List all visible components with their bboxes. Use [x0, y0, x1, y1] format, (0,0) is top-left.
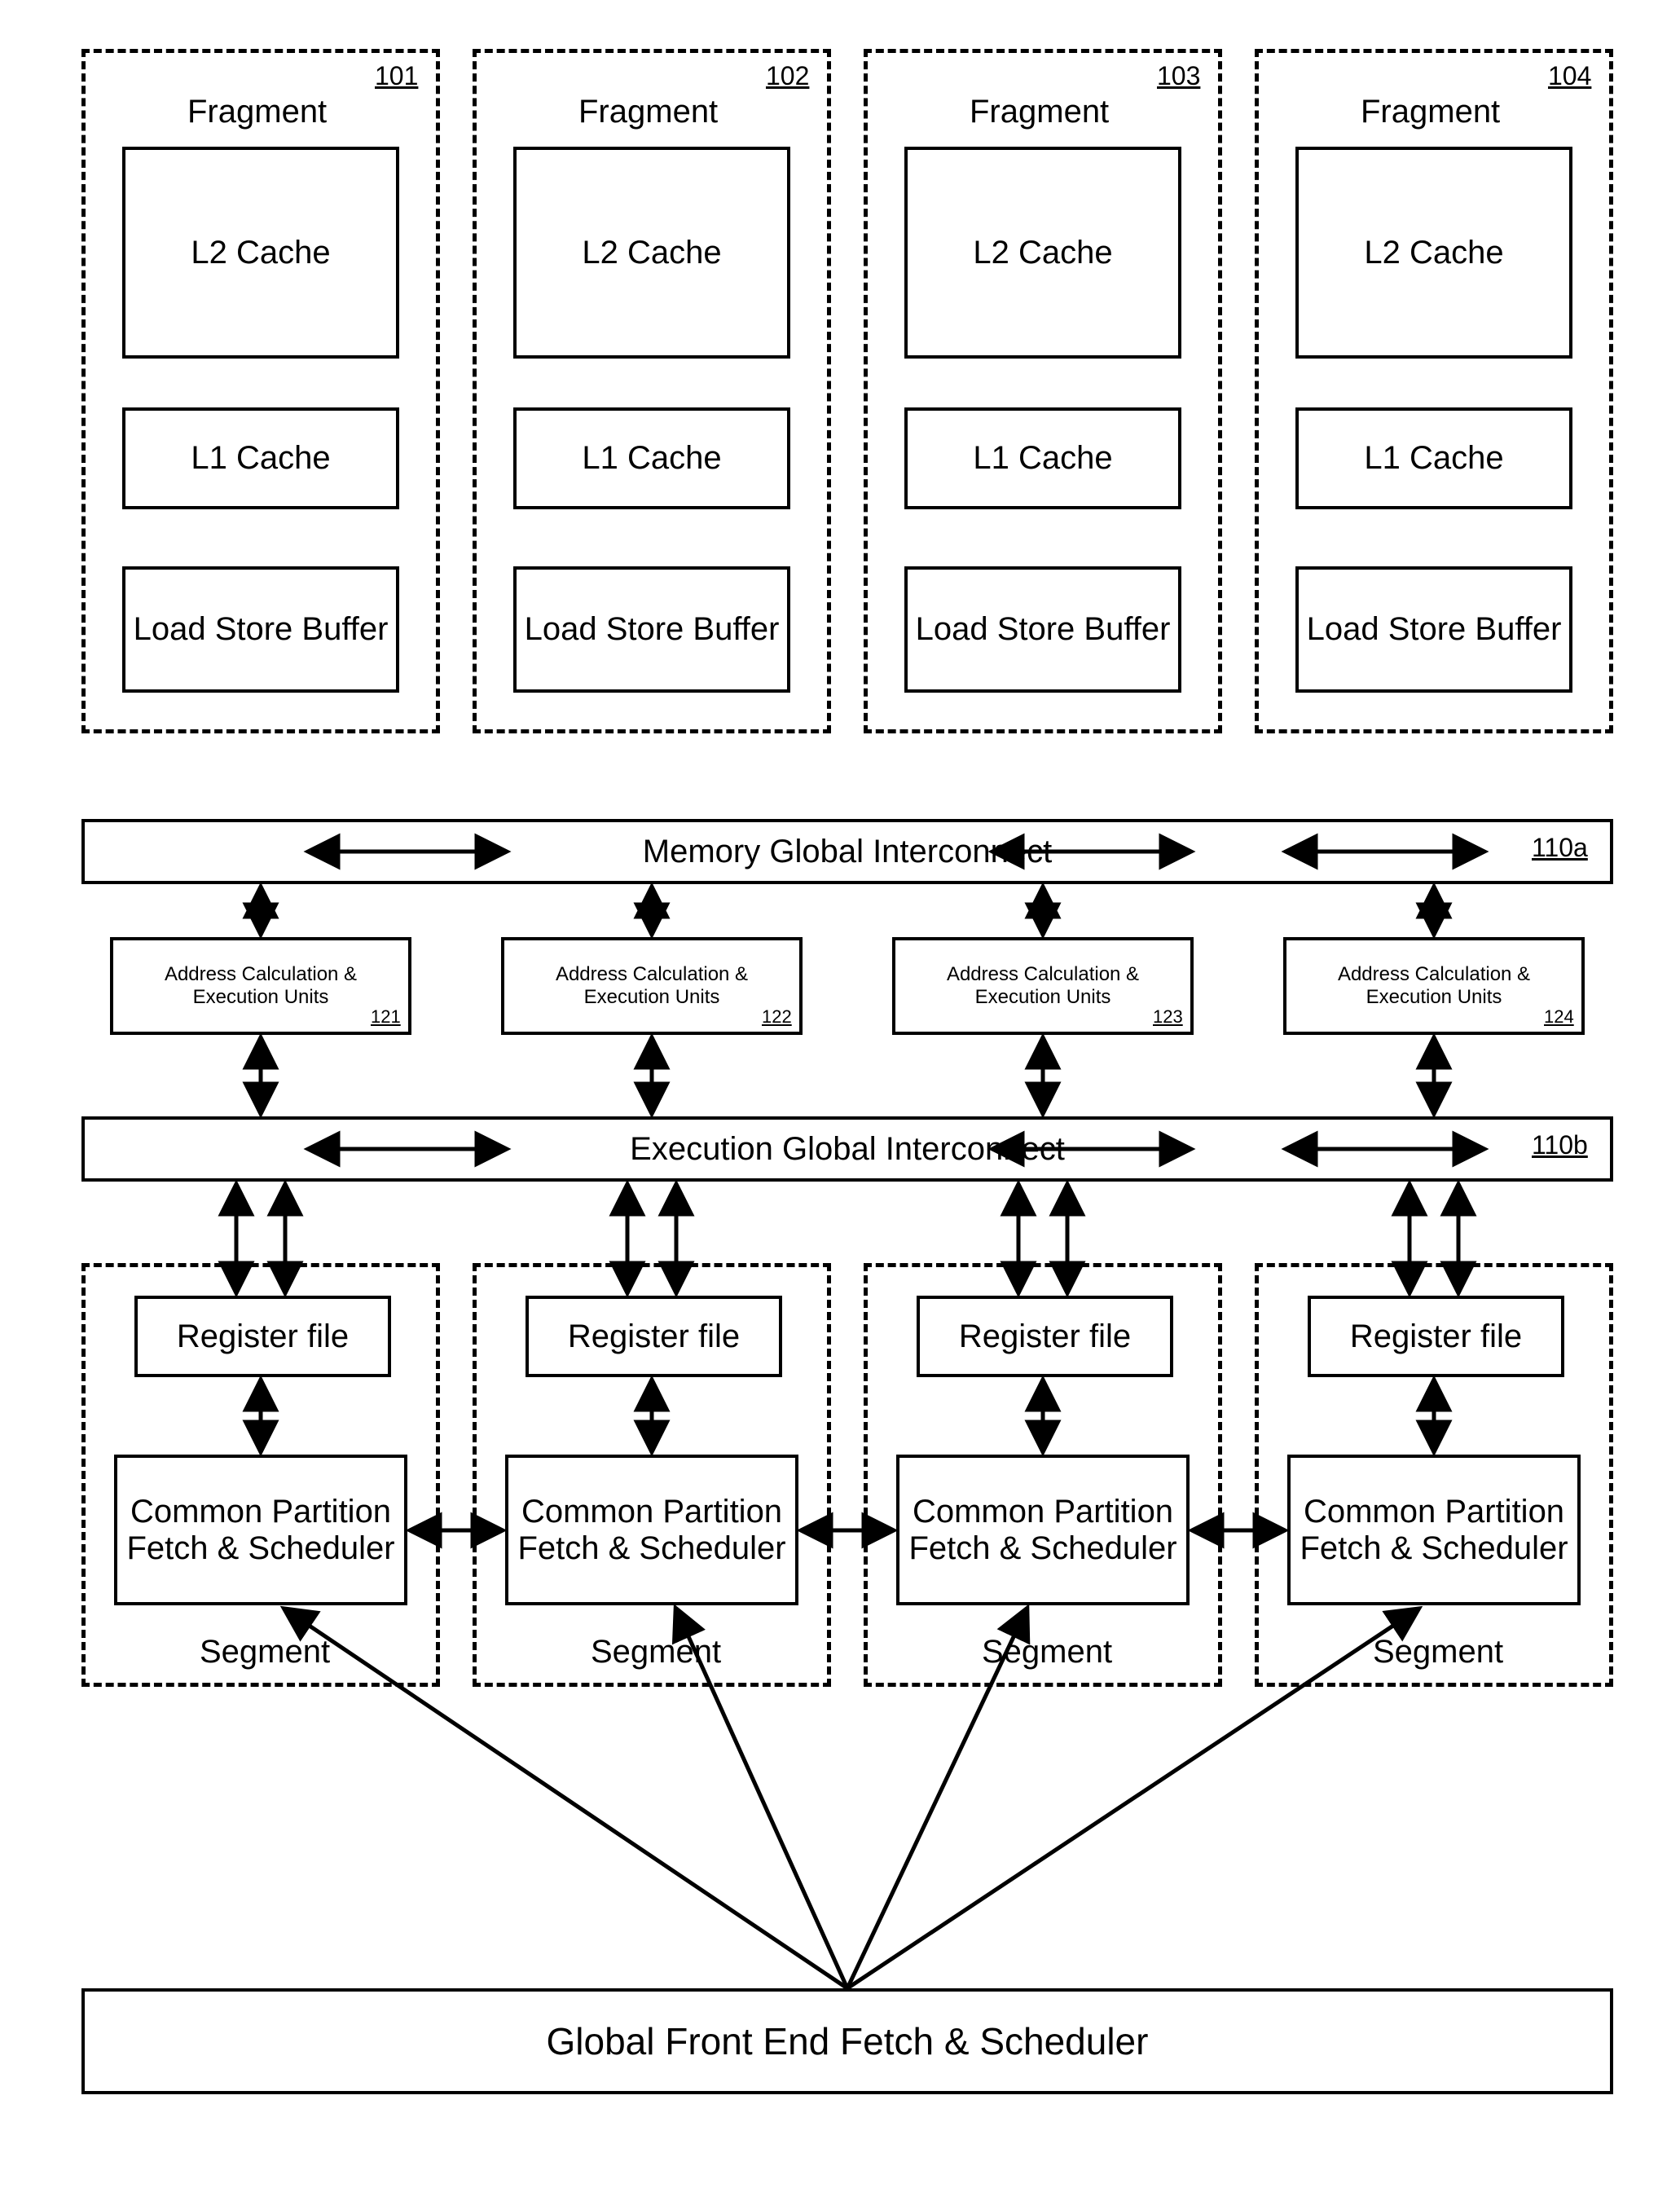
- l1-cache-2: L1 Cache: [513, 407, 790, 509]
- l2-cache-3: L2 Cache: [904, 147, 1181, 359]
- addr-exec-unit-4: Address Calculation & Execution Units: [1283, 937, 1585, 1035]
- architecture-diagram: 101 Fragment L2 Cache L1 Cache Load Stor…: [49, 49, 1629, 2151]
- addr-exec-ref-4: 124: [1544, 1006, 1574, 1028]
- addr-exec-ref-3: 123: [1153, 1006, 1183, 1028]
- l2-cache-4: L2 Cache: [1295, 147, 1572, 359]
- register-file-3: Register file: [917, 1296, 1173, 1377]
- fragment-title-4: Fragment: [1361, 94, 1500, 130]
- addr-exec-unit-1: Address Calculation & Execution Units: [110, 937, 411, 1035]
- l2-cache-2: L2 Cache: [513, 147, 790, 359]
- addr-exec-ref-1: 121: [371, 1006, 401, 1028]
- addr-exec-unit-2: Address Calculation & Execution Units: [501, 937, 803, 1035]
- execution-global-interconnect: Execution Global Interconnect: [81, 1116, 1613, 1182]
- segment-label-2: Segment: [591, 1634, 721, 1671]
- fragment-ref-2: 102: [766, 61, 809, 91]
- register-file-1: Register file: [134, 1296, 391, 1377]
- segment-label-3: Segment: [982, 1634, 1112, 1671]
- cps-4: Common Partition Fetch & Scheduler: [1287, 1455, 1581, 1605]
- fragment-title-3: Fragment: [970, 94, 1109, 130]
- fragment-ref-4: 104: [1548, 61, 1591, 91]
- addr-exec-ref-2: 122: [762, 1006, 792, 1028]
- mem-interconnect-ref: 110a: [1532, 833, 1588, 863]
- exec-interconnect-ref: 110b: [1532, 1130, 1588, 1160]
- fragment-ref-3: 103: [1157, 61, 1200, 91]
- fragment-title-2: Fragment: [578, 94, 718, 130]
- cps-3: Common Partition Fetch & Scheduler: [896, 1455, 1190, 1605]
- register-file-2: Register file: [526, 1296, 782, 1377]
- segment-label-4: Segment: [1373, 1634, 1503, 1671]
- lsb-3: Load Store Buffer: [904, 566, 1181, 693]
- fragment-title-1: Fragment: [187, 94, 327, 130]
- global-front-end: Global Front End Fetch & Scheduler: [81, 1988, 1613, 2094]
- l1-cache-1: L1 Cache: [122, 407, 399, 509]
- l2-cache-1: L2 Cache: [122, 147, 399, 359]
- segment-label-1: Segment: [200, 1634, 330, 1671]
- cps-1: Common Partition Fetch & Scheduler: [114, 1455, 407, 1605]
- cps-2: Common Partition Fetch & Scheduler: [505, 1455, 798, 1605]
- lsb-1: Load Store Buffer: [122, 566, 399, 693]
- fragment-ref-1: 101: [375, 61, 418, 91]
- l1-cache-4: L1 Cache: [1295, 407, 1572, 509]
- addr-exec-unit-3: Address Calculation & Execution Units: [892, 937, 1194, 1035]
- memory-global-interconnect: Memory Global Interconnect: [81, 819, 1613, 884]
- l1-cache-3: L1 Cache: [904, 407, 1181, 509]
- lsb-4: Load Store Buffer: [1295, 566, 1572, 693]
- lsb-2: Load Store Buffer: [513, 566, 790, 693]
- register-file-4: Register file: [1308, 1296, 1564, 1377]
